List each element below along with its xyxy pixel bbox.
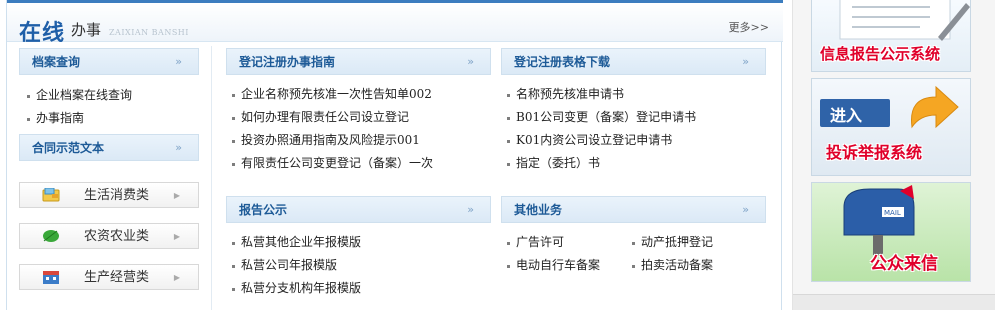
other-section-header[interactable]: 其他业务 ›› <box>501 196 766 223</box>
complaint-banner[interactable]: 进入 投诉举报系统 <box>811 78 971 176</box>
contract-heading: 合同示范文本 <box>32 141 105 155</box>
list-item[interactable]: 如何办理有限责任公司设立登记 <box>232 106 433 129</box>
column-divider <box>211 46 212 310</box>
list-item[interactable]: 私营分支机构年报模版 <box>232 277 361 300</box>
document-pen-icon <box>839 0 970 41</box>
list-item[interactable]: 私营公司年报模版 <box>232 254 361 277</box>
report-list: 私营其他企业年报模版 私营公司年报模版 私营分支机构年报模版 <box>232 231 361 300</box>
category-label: 生产经营类 <box>84 270 150 285</box>
other-list-left: 广告许可 电动自行车备案 <box>507 231 600 277</box>
list-item[interactable]: 投资办照通用指南及风险提示001 <box>232 129 433 152</box>
category-label: 生活消费类 <box>84 188 150 203</box>
arrow-icon <box>911 85 959 129</box>
archive-heading: 档案查询 <box>32 55 81 69</box>
mail-label: MAIL <box>884 209 901 217</box>
category-button-agriculture[interactable]: 农资农业类 ▶ <box>19 223 199 249</box>
forms-section-header[interactable]: 登记注册表格下载 ›› <box>501 48 766 75</box>
guide-section-header[interactable]: 登记注册办事指南 ›› <box>226 48 491 75</box>
info-report-banner[interactable]: 信息报告公示系统 <box>811 0 971 72</box>
leaf-icon <box>43 230 59 242</box>
other-list-right: 动产抵押登记 拍卖活动备案 <box>632 231 713 277</box>
chevron-right-icon: ▶ <box>173 191 180 200</box>
guide-list: 企业名称预先核准一次性告知单002 如何办理有限责任公司设立登记 投资办照通用指… <box>232 83 433 175</box>
list-item[interactable]: 广告许可 <box>507 231 600 254</box>
public-letter-banner[interactable]: MAIL 公众来信 <box>811 182 971 282</box>
factory-icon <box>43 271 59 284</box>
list-item[interactable]: K01内资公司设立登记申请书 <box>507 129 696 152</box>
list-item[interactable]: 办事指南 <box>27 107 132 130</box>
mailbox-icon: MAIL <box>843 185 915 255</box>
double-chevron-right-icon: ›› <box>175 55 182 68</box>
contract-section-header[interactable]: 合同示范文本 ›› <box>19 134 199 161</box>
info-report-label: 信息报告公示系统 <box>820 45 941 63</box>
report-section-header[interactable]: 报告公示 ›› <box>226 196 491 223</box>
double-chevron-right-icon: ›› <box>742 55 749 68</box>
panel-header: 在线 办事 ZAIXIAN BANSHI 更多>> <box>7 0 783 46</box>
right-footer-strip <box>793 294 995 310</box>
archive-list: 企业档案在线查询 办事指南 <box>27 84 132 130</box>
list-item[interactable]: B01公司变更（备案）登记申请书 <box>507 106 696 129</box>
list-item[interactable]: 动产抵押登记 <box>632 231 713 254</box>
category-button-consumer[interactable]: 生活消费类 ▶ <box>19 182 199 208</box>
wallet-icon <box>42 188 60 202</box>
list-item[interactable]: 有限责任公司变更登记（备案）一次 <box>232 152 433 175</box>
list-item[interactable]: 拍卖活动备案 <box>632 254 713 277</box>
complaint-label: 投诉举报系统 <box>826 143 923 162</box>
chevron-right-icon: ▶ <box>173 273 180 282</box>
enter-button: 进入 <box>820 99 890 127</box>
other-heading: 其他业务 <box>514 203 563 217</box>
category-button-production[interactable]: 生产经营类 ▶ <box>19 264 199 290</box>
list-item[interactable]: 电动自行车备案 <box>507 254 600 277</box>
archive-section-header[interactable]: 档案查询 ›› <box>19 48 199 75</box>
panel-subtitle: 办事 <box>71 21 102 39</box>
list-item[interactable]: 私营其他企业年报模版 <box>232 231 361 254</box>
chevron-right-icon: ▶ <box>173 232 180 241</box>
list-item[interactable]: 名称预先核准申请书 <box>507 83 696 106</box>
public-letter-label: 公众来信 <box>870 254 938 274</box>
list-item[interactable]: 企业档案在线查询 <box>27 84 132 107</box>
panel-pinyin: ZAIXIAN BANSHI <box>109 28 189 37</box>
online-services-panel: 在线 办事 ZAIXIAN BANSHI 更多>> 档案查询 ›› 企业档案在线… <box>6 0 783 310</box>
panel-title: 在线 <box>19 21 66 46</box>
category-label: 农资农业类 <box>84 229 150 244</box>
enter-label: 进入 <box>830 106 863 125</box>
double-chevron-right-icon: ›› <box>742 203 749 216</box>
list-item[interactable]: 指定（委托）书 <box>507 152 696 175</box>
guide-heading: 登记注册办事指南 <box>239 55 336 69</box>
double-chevron-right-icon: ›› <box>467 55 474 68</box>
forms-list: 名称预先核准申请书 B01公司变更（备案）登记申请书 K01内资公司设立登记申请… <box>507 83 696 175</box>
right-banner-column: 信息报告公示系统 进入 投诉举报系统 MAIL 公众来信 <box>792 0 995 310</box>
list-item[interactable]: 企业名称预先核准一次性告知单002 <box>232 83 433 106</box>
forms-heading: 登记注册表格下载 <box>514 55 611 69</box>
more-link[interactable]: 更多>> <box>729 19 769 35</box>
report-heading: 报告公示 <box>239 203 288 217</box>
double-chevron-right-icon: ›› <box>175 141 182 154</box>
double-chevron-right-icon: ›› <box>467 203 474 216</box>
